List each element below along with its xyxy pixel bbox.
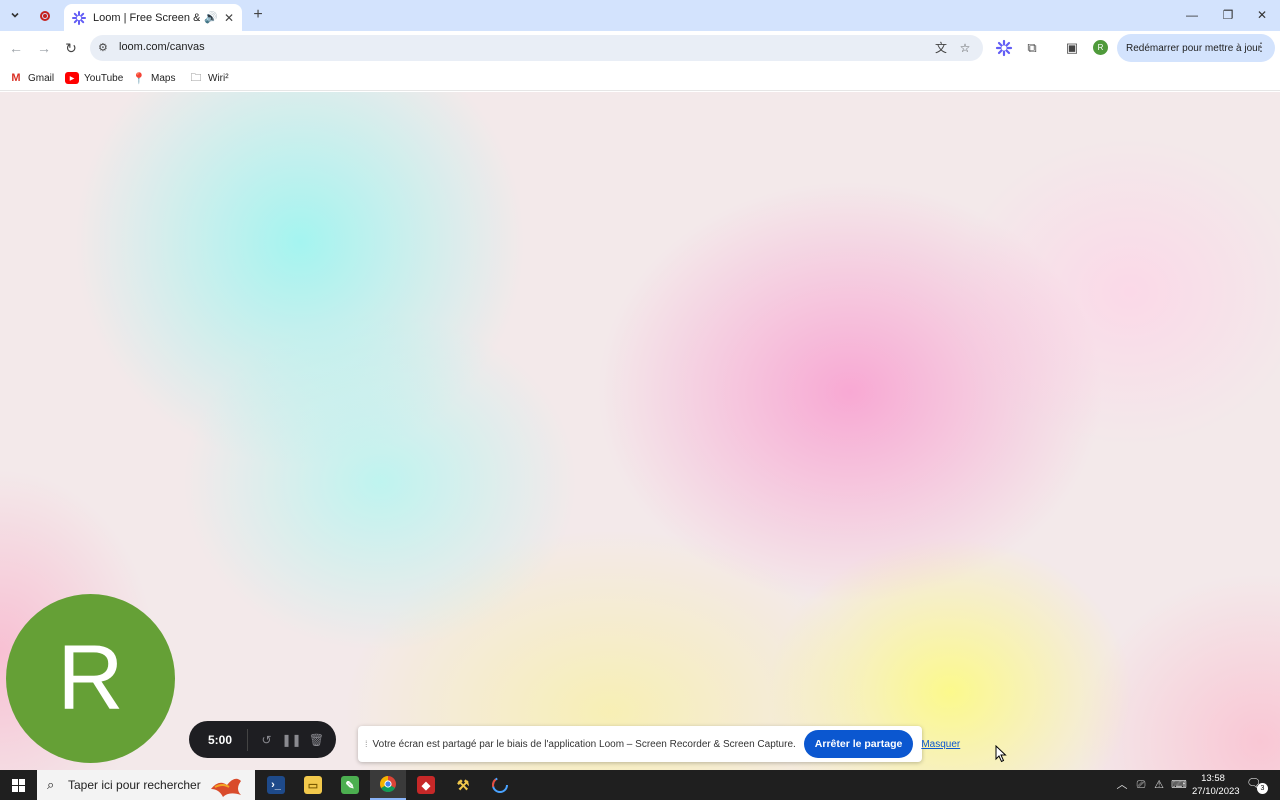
recording-controls: 5:00 ↺ ❚❚ 🗑	[189, 721, 336, 758]
close-icon[interactable]: ✕	[224, 11, 234, 25]
tab-loom[interactable]: Loom | Free Screen & Video Recording Sof…	[64, 4, 242, 31]
gmail-icon: M	[11, 72, 21, 84]
network-icon[interactable]: ⌨	[1171, 778, 1187, 792]
search-highlight-icon	[211, 778, 241, 797]
url-text[interactable]: loom.com/canvas	[119, 41, 205, 53]
hide-link[interactable]: Masquer	[921, 739, 960, 750]
network-device-icon[interactable]: ⎚	[1134, 778, 1148, 792]
loom-app-icon[interactable]	[482, 770, 518, 800]
translate-icon[interactable]: 文	[932, 40, 950, 56]
camera-bubble[interactable]: R	[6, 594, 175, 763]
divider	[247, 728, 248, 751]
mouse-cursor-icon	[995, 745, 1007, 763]
search-placeholder: Taper ici pour rechercher	[68, 778, 201, 792]
audio-icon[interactable]: 🔊	[204, 11, 218, 24]
chrome-icon[interactable]	[370, 770, 406, 800]
address-bar[interactable]: ⚙ loom.com/canvas 文 ☆	[90, 35, 983, 61]
restore-icon[interactable]: ❐	[1210, 6, 1246, 24]
avatar[interactable]: R	[1093, 40, 1108, 55]
bookmark-label: Wiri²	[208, 72, 229, 84]
youtube-icon: ▶	[65, 72, 79, 84]
bookmark-maps[interactable]: 📍 Maps	[132, 70, 175, 86]
notification-center[interactable]: 🗨 3	[1246, 776, 1268, 794]
recording-timer: 5:00	[207, 732, 233, 747]
share-message: Votre écran est partagé par le biais de …	[372, 738, 796, 750]
side-panel-icon[interactable]: ▣	[1063, 39, 1081, 57]
folder-icon: 🗀	[190, 71, 202, 84]
site-info-icon[interactable]: ⚙	[98, 40, 114, 56]
security-icon[interactable]: ⚠	[1152, 778, 1166, 792]
bookmark-gmail[interactable]: M Gmail	[9, 70, 54, 86]
stop-sharing-button[interactable]: Arrêter le partage	[803, 730, 914, 758]
bookmark-youtube[interactable]: ▶ YouTube	[65, 70, 123, 86]
loom-icon	[72, 10, 86, 25]
system-clock[interactable]: 13:58 27/10/2023	[1192, 772, 1240, 798]
bookmark-label: Gmail	[28, 72, 55, 84]
tab-title: Loom | Free Screen & Video Recording Sof…	[93, 11, 201, 24]
tray-chevron-up-icon[interactable]: ︿	[1115, 778, 1129, 792]
update-button-label: Redémarrer pour mettre à jour	[1126, 42, 1262, 54]
loom-canvas	[0, 92, 1280, 770]
chrome-logo	[380, 776, 396, 793]
forward-icon[interactable]: →	[34, 38, 54, 58]
search-icon: ⌕	[47, 777, 55, 792]
notepad-icon[interactable]: ✎	[332, 770, 368, 800]
screen-share-notice: ⁞ Votre écran est partagé par le biais d…	[358, 726, 960, 762]
pause-icon[interactable]: ❚❚	[279, 729, 304, 751]
extensions-icon[interactable]: ⧉	[1023, 39, 1041, 57]
browser-toolbar: ← → ↻ ⚙ loom.com/canvas 文 ☆ ⧉ ▣ R Redéma…	[0, 31, 1280, 64]
bookmark-folder[interactable]: 🗀 Wiri²	[189, 70, 229, 86]
windows-icon	[11, 778, 25, 792]
recording-tab[interactable]	[34, 6, 56, 26]
tools-icon[interactable]: ⚒	[445, 770, 481, 800]
window-close-icon[interactable]: ✕	[1244, 6, 1280, 24]
taskbar: ⌕ Taper ici pour rechercher ›_ ▭ ✎ ◆ ⚒ ︿	[0, 770, 1280, 800]
back-icon[interactable]: ←	[6, 38, 26, 58]
maps-icon: 📍	[132, 72, 146, 85]
notification-badge: 3	[1257, 783, 1268, 794]
clock-date: 27/10/2023	[1192, 786, 1240, 797]
more-icon[interactable]: ⋮	[1255, 40, 1267, 54]
file-explorer-icon[interactable]: ▭	[295, 770, 331, 800]
bookmarks-bar: M Gmail ▶ YouTube 📍 Maps 🗀 Wiri²	[0, 64, 1280, 91]
powershell-icon[interactable]: ›_	[258, 770, 294, 800]
clock-time: 13:58	[1201, 773, 1225, 784]
tab-search-button[interactable]	[4, 4, 26, 26]
chevron-down-icon	[11, 12, 19, 18]
media-icon[interactable]: ◆	[408, 770, 444, 800]
recording-icon	[40, 11, 50, 21]
start-button[interactable]	[0, 770, 36, 800]
update-button[interactable]: Redémarrer pour mettre à jour ⋮	[1117, 34, 1275, 62]
loading-ring	[492, 777, 508, 793]
plus-icon[interactable]: +	[248, 5, 268, 25]
loom-extension-icon[interactable]	[995, 39, 1013, 57]
bookmark-label: Maps	[151, 72, 176, 84]
reload-icon[interactable]: ↻	[61, 38, 81, 58]
trash-icon[interactable]: 🗑	[304, 729, 329, 751]
restart-icon[interactable]: ↺	[254, 729, 279, 751]
tab-strip: Loom | Free Screen & Video Recording Sof…	[0, 0, 1280, 31]
bookmark-label: YouTube	[84, 72, 124, 84]
star-icon[interactable]: ☆	[956, 40, 974, 56]
minimize-icon[interactable]: —	[1174, 6, 1210, 24]
drag-handle-icon[interactable]: ⁞	[365, 739, 368, 749]
taskbar-search[interactable]: ⌕ Taper ici pour rechercher	[37, 770, 255, 800]
